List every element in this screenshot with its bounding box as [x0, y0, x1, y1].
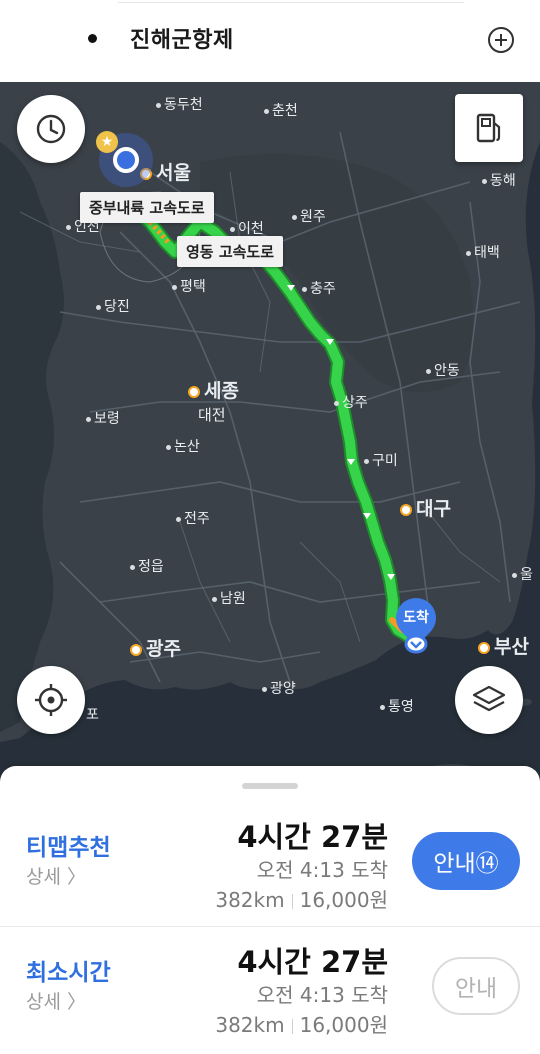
route-name: 티맵추천 [26, 835, 111, 861]
city-wonju: 원주 [292, 206, 326, 226]
favorite-star-icon: ★ [96, 131, 118, 153]
city-tongyeong: 통영 [380, 696, 414, 716]
clock-icon [36, 114, 66, 144]
route-toll-fare: 16,000원 [299, 1013, 388, 1037]
route-detail-link[interactable]: 상세 〉 [26, 987, 86, 1014]
city-mokpo: 포 [86, 707, 99, 723]
plus-circle-icon[interactable] [487, 26, 515, 54]
sheet-drag-handle[interactable] [242, 783, 298, 789]
destination-pin-label: 도착 [403, 610, 429, 626]
route-duration: 4시간 27분 [237, 945, 388, 979]
highway-label-yeongdong: 영동 고속도로 [177, 236, 284, 267]
crosshair-icon [35, 684, 67, 716]
route-name: 최소시간 [26, 960, 111, 986]
route-option-fastest[interactable]: 최소시간 상세 〉 4시간 27분 오전 4:13 도착 382km 16,000… [0, 926, 540, 1050]
map-layers-button[interactable] [455, 666, 523, 734]
city-nonsan: 논산 [166, 436, 200, 456]
city-ulsan: 울 [512, 564, 533, 584]
route-toll-fare: 16,000원 [299, 888, 388, 912]
city-pyeongtaek: 평택 [172, 276, 206, 296]
city-jeonju: 전주 [176, 508, 210, 528]
gas-station-icon [476, 113, 501, 143]
route-options-sheet: 티맵추천 상세 〉 4시간 27분 오전 4:13 도착 382km 16,000… [0, 766, 540, 1054]
map-view[interactable]: 동두천 춘천 서울 인천 이천 원주 동해 태백 평택 충주 당진 안동 세종 … [0, 82, 540, 788]
city-dongducheon: 동두천 [156, 94, 203, 114]
search-header: 진해군항제 [0, 0, 540, 82]
meta-divider [291, 1019, 293, 1034]
current-location-button[interactable] [17, 666, 85, 734]
route-duration: 4시간 27분 [237, 820, 388, 854]
city-jeongeup: 정읍 [130, 556, 164, 576]
city-gwangju: 광주 [130, 634, 181, 661]
route-arrival-time: 오전 4:13 도착 [256, 858, 388, 882]
city-gumi: 구미 [364, 450, 398, 470]
city-boryeong: 보령 [86, 408, 120, 428]
city-daejeon: 대전 [198, 406, 226, 424]
route-meta: 382km 16,000원 [215, 884, 388, 913]
route-meta: 382km 16,000원 [215, 1009, 388, 1038]
city-gwangyang: 광양 [262, 678, 296, 698]
city-dangjin: 당진 [96, 296, 130, 316]
city-donghae: 동해 [482, 170, 516, 190]
origin-marker [113, 147, 139, 173]
route-arrival-time: 오전 4:13 도착 [256, 983, 388, 1007]
meta-divider [291, 894, 293, 909]
city-taebaek: 태백 [466, 242, 500, 262]
city-icheon: 이천 [230, 218, 264, 238]
city-daegu: 대구 [400, 494, 451, 521]
city-chungju: 충주 [302, 278, 336, 298]
bullet-icon [88, 34, 97, 43]
city-namwon: 남원 [212, 588, 246, 608]
search-field-edge [118, 0, 464, 3]
city-busan: 부산 [478, 632, 529, 659]
city-seoul: 서울 [140, 158, 191, 185]
city-sejong: 세종 [188, 376, 239, 403]
route-detail-link[interactable]: 상세 〉 [26, 862, 86, 889]
start-guidance-button[interactable]: 안내 [432, 957, 520, 1015]
fuel-button[interactable] [455, 94, 523, 162]
city-chuncheon: 춘천 [264, 100, 298, 120]
history-button[interactable] [17, 95, 85, 163]
highway-label-jungbu: 중부내륙 고속도로 [80, 192, 214, 223]
start-guidance-button[interactable]: 안내⑭ [412, 832, 520, 890]
destination-label[interactable]: 진해군항제 [130, 22, 234, 54]
city-sangju: 상주 [334, 392, 368, 412]
layers-icon [472, 685, 506, 712]
destination-marker-icon [404, 634, 428, 654]
city-andong: 안동 [426, 360, 460, 380]
route-distance: 382km [215, 1013, 285, 1037]
route-distance: 382km [215, 888, 285, 912]
route-option-recommended[interactable]: 티맵추천 상세 〉 4시간 27분 오전 4:13 도착 382km 16,000… [0, 802, 540, 926]
